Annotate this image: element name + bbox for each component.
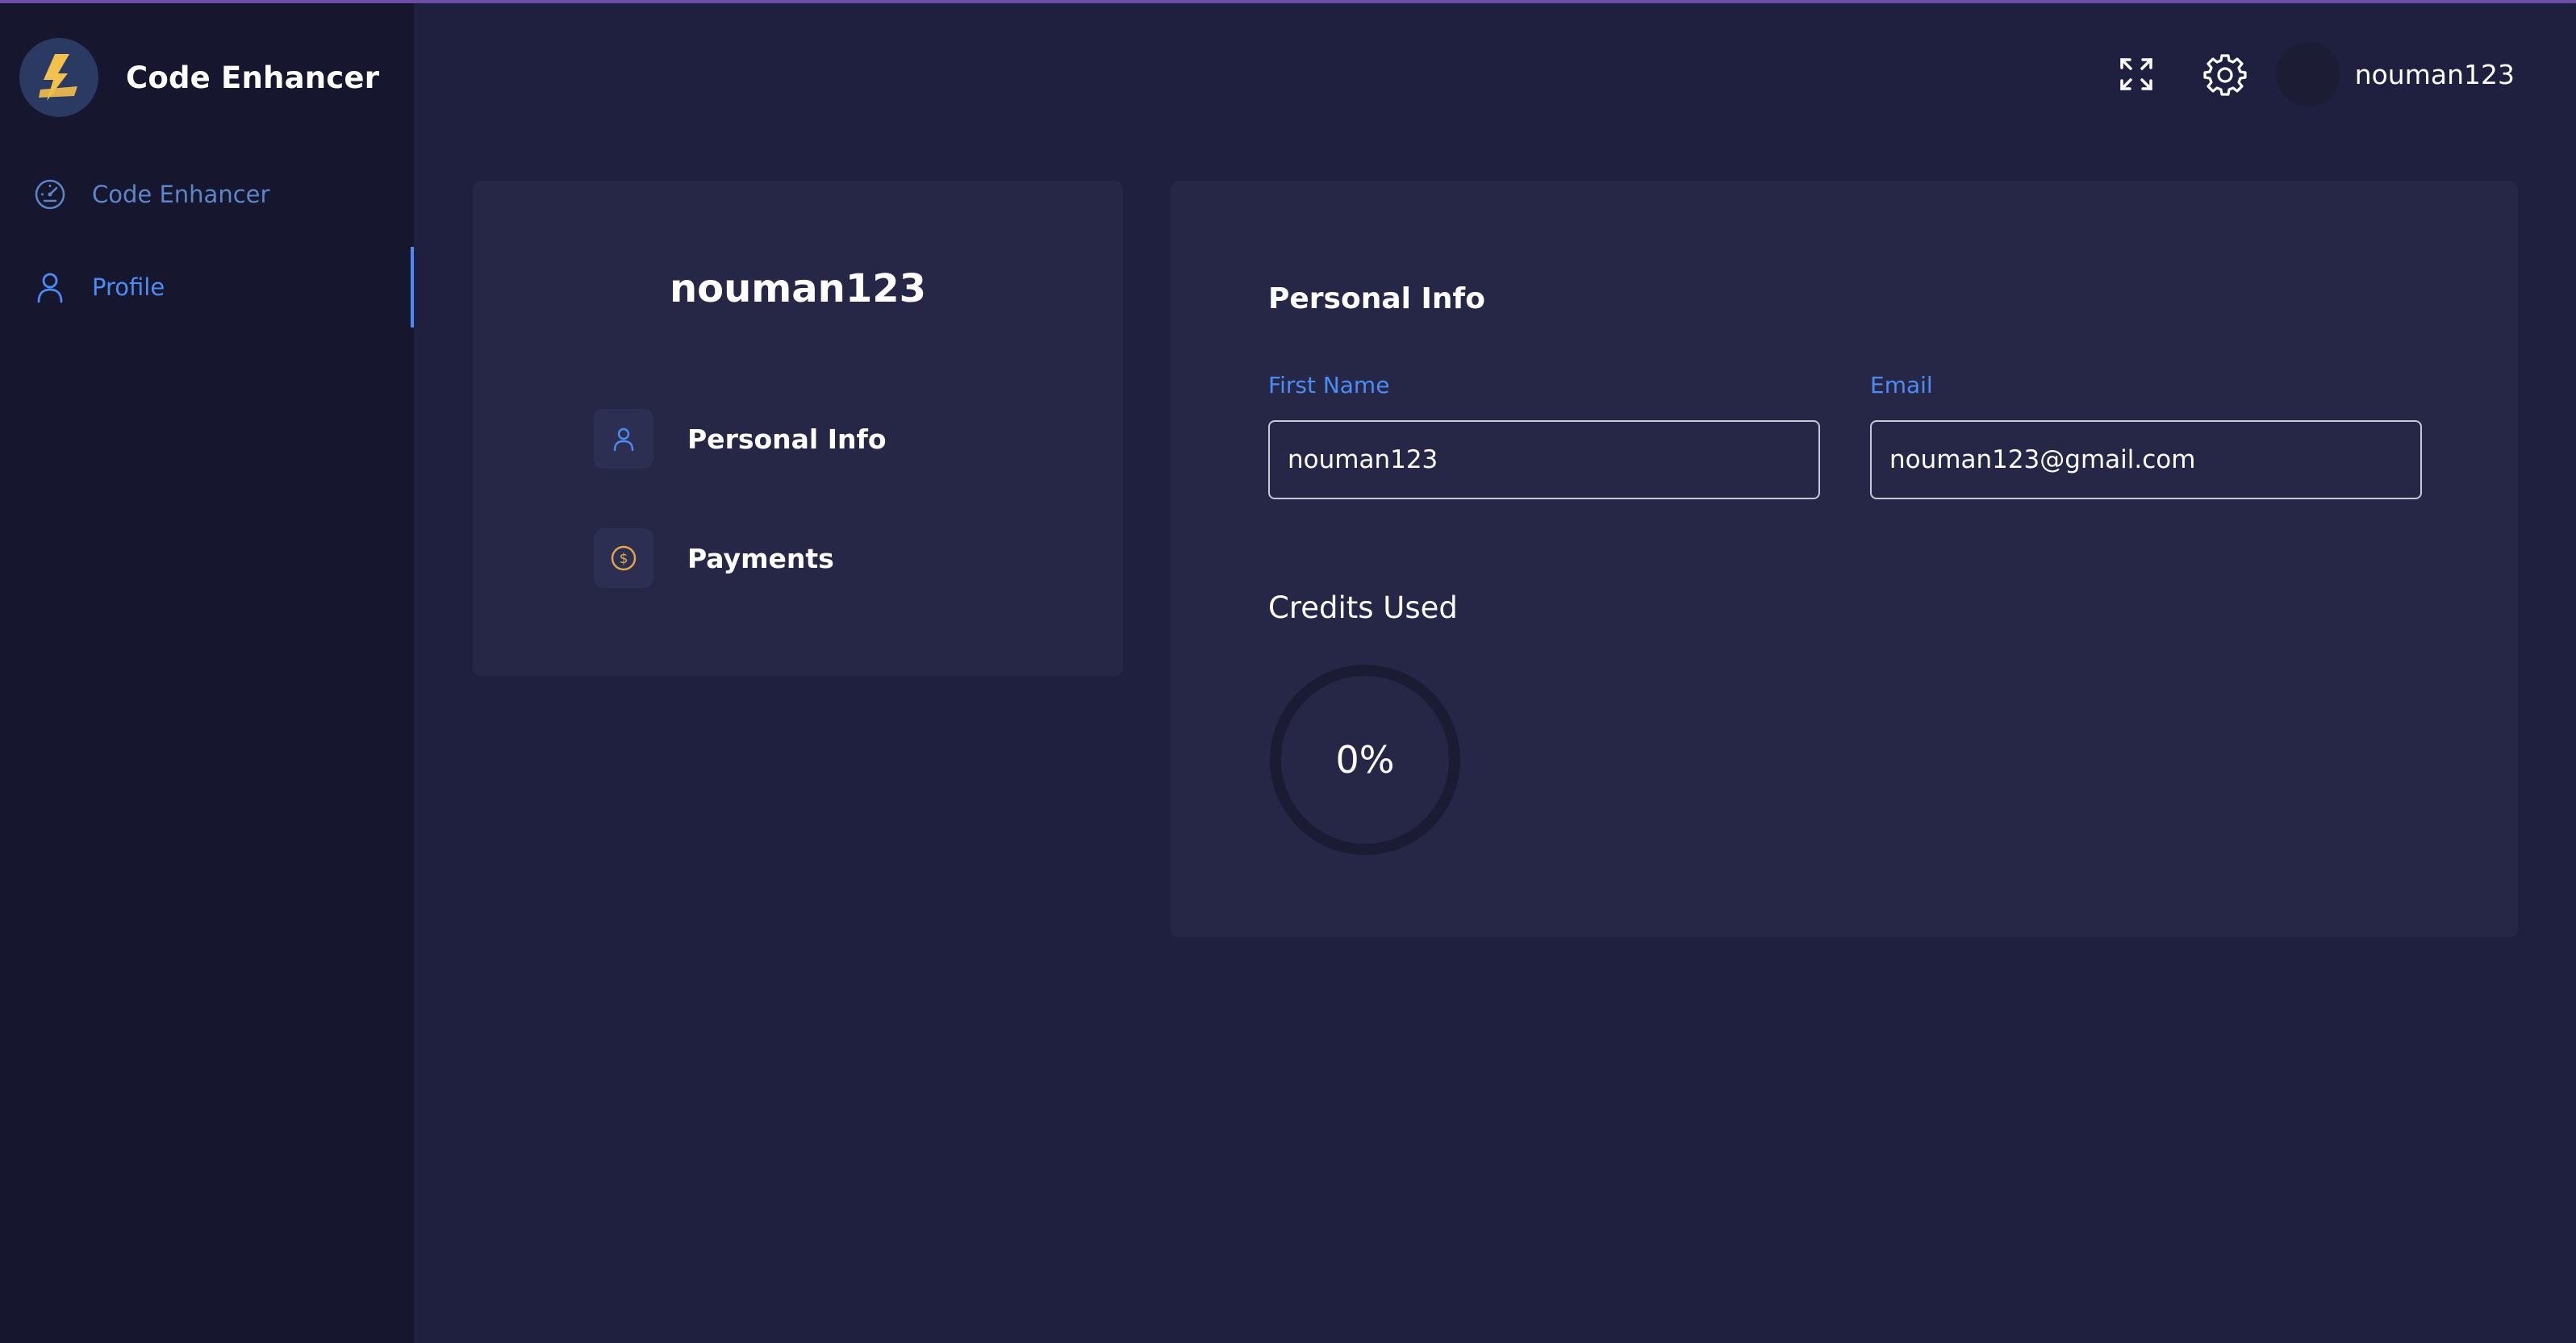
- profile-menu-payments[interactable]: $ Payments: [594, 526, 997, 590]
- profile-menu-label: Personal Info: [687, 423, 887, 455]
- header-username[interactable]: nouman123: [2355, 59, 2515, 90]
- personal-info-card: Personal Info First Name Email Credits U…: [1171, 181, 2518, 937]
- credits-percent: 0%: [1335, 738, 1395, 782]
- fullscreen-icon[interactable]: [2108, 46, 2165, 102]
- dollar-coin-icon: $: [594, 528, 653, 588]
- section-title: Personal Info: [1268, 282, 1485, 315]
- sidebar-item-label: Code Enhancer: [92, 181, 270, 208]
- sidebar-item-code-enhancer[interactable]: Code Enhancer: [0, 154, 414, 235]
- credits-gauge: 0%: [1268, 663, 1462, 857]
- brand-name: Code Enhancer: [126, 60, 380, 95]
- logo-icon: [19, 38, 98, 117]
- profile-menu-personal-info[interactable]: Personal Info: [594, 407, 997, 471]
- sidebar: Code Enhancer Code Enhancer Profile: [0, 3, 414, 1343]
- user-icon: [31, 268, 69, 307]
- first-name-field[interactable]: [1268, 420, 1820, 499]
- sidebar-item-label: Profile: [92, 273, 165, 301]
- email-field[interactable]: [1870, 420, 2422, 499]
- first-name-label: First Name: [1268, 372, 1390, 398]
- credits-title: Credits Used: [1268, 590, 1458, 625]
- svg-text:$: $: [620, 551, 628, 567]
- user-icon: [594, 409, 653, 469]
- brand[interactable]: Code Enhancer: [19, 37, 379, 118]
- profile-menu-label: Payments: [687, 542, 834, 574]
- avatar[interactable]: [2275, 42, 2340, 106]
- email-label: Email: [1870, 372, 1933, 398]
- profile-card: nouman123 Personal Info $ Payments: [473, 181, 1123, 676]
- header-actions: nouman123: [2108, 34, 2515, 115]
- dashboard-gauge-icon: [31, 175, 69, 214]
- profile-name: nouman123: [669, 266, 927, 311]
- gear-icon[interactable]: [2197, 46, 2253, 102]
- sidebar-item-profile[interactable]: Profile: [0, 247, 414, 327]
